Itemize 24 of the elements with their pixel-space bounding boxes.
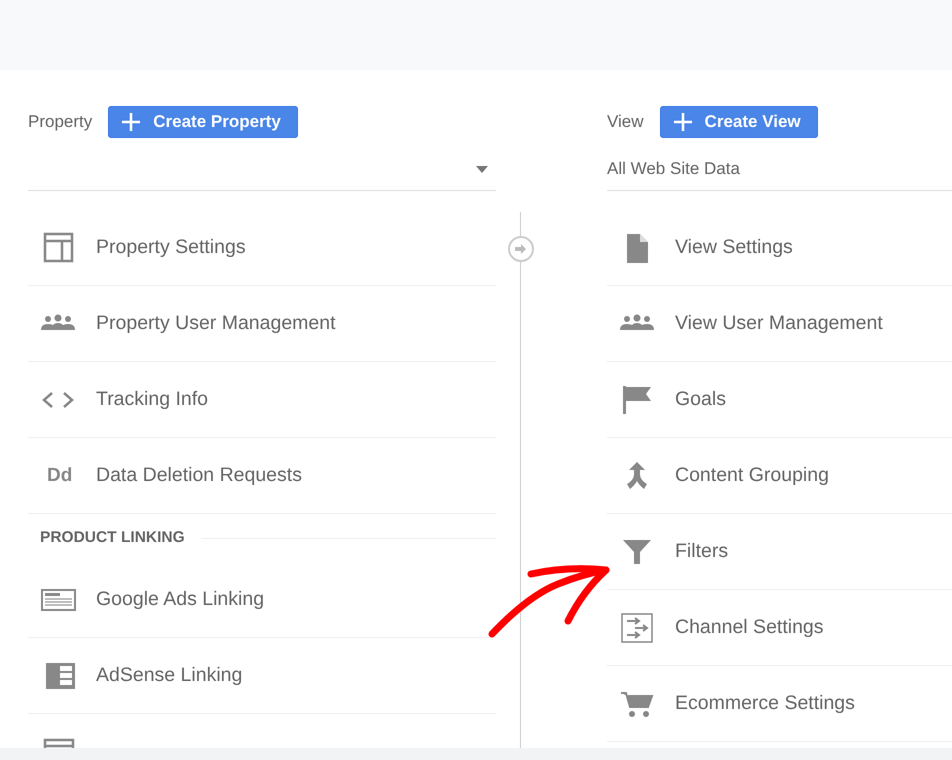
menu-item[interactable]: Google Ads Linking <box>28 562 496 638</box>
menu-item[interactable]: Content Grouping <box>607 438 952 514</box>
menu-item[interactable]: Ecommerce Settings <box>607 666 952 742</box>
create-view-button[interactable]: Create View <box>660 106 818 138</box>
property-label: Property <box>28 112 92 132</box>
arrows-panel-icon <box>619 612 655 644</box>
menu-item[interactable]: Property User Management <box>28 286 496 362</box>
letters-icon: Dd <box>40 464 76 486</box>
menu-item[interactable]: Dd Data Deletion Requests <box>28 438 496 514</box>
menu-item[interactable]: Property Settings <box>28 210 496 286</box>
menu-item[interactable]: View User Management <box>607 286 952 362</box>
plus-icon <box>121 112 142 132</box>
menu-item[interactable]: Tracking Info <box>28 362 496 438</box>
plus-icon <box>672 112 693 132</box>
section-heading: PRODUCT LINKING <box>40 529 185 547</box>
view-dropdown[interactable]: All Web Site Data <box>607 143 952 191</box>
create-property-button[interactable]: Create Property <box>108 106 298 138</box>
menu-item[interactable]: AdSense Linking <box>28 638 496 714</box>
menu-item[interactable]: View Settings <box>607 210 952 286</box>
caret-icon <box>476 166 488 172</box>
menu-item[interactable]: Goals <box>607 362 952 438</box>
view-label: View <box>607 112 644 132</box>
menu-item[interactable]: Filters <box>607 514 952 590</box>
menu-item[interactable]: Channel Settings <box>607 590 952 666</box>
